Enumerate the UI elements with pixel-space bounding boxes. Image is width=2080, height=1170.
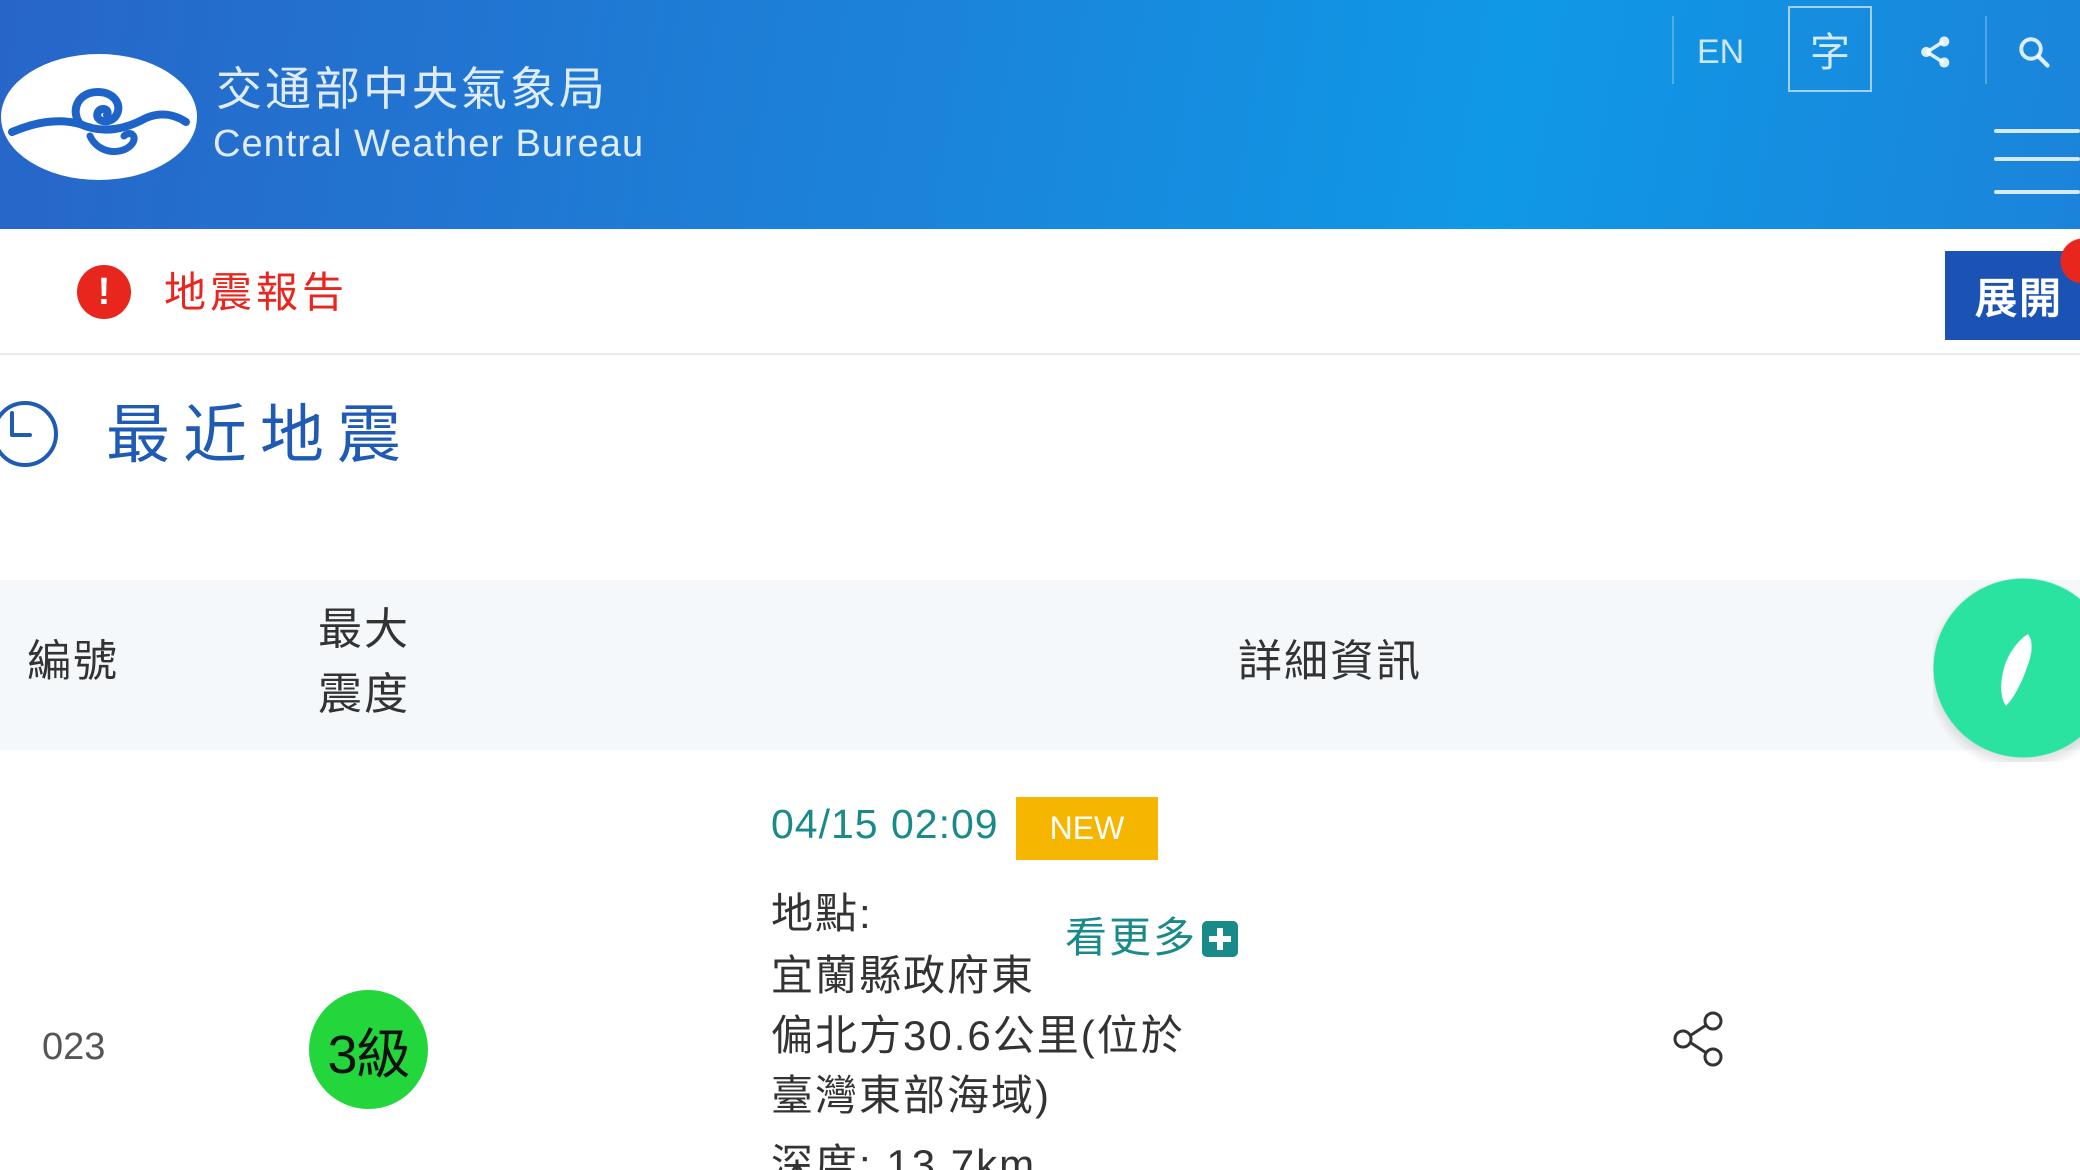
- location-text: 偏北方30.6公里(位於: [771, 1012, 1185, 1059]
- table-header: [0, 580, 2080, 750]
- site-title-english[interactable]: Central Weather Bureau: [213, 122, 644, 168]
- hamburger-menu-icon[interactable]: [1994, 124, 2080, 196]
- font-size-label: 字: [1810, 31, 1850, 75]
- alert-divider: [0, 353, 2080, 355]
- new-badge: NEW: [1016, 797, 1158, 860]
- share-outline-icon[interactable]: [1671, 1010, 1727, 1068]
- taiwan-map-icon[interactable]: [1998, 632, 2034, 708]
- menu-line: [1994, 129, 2080, 133]
- plus-square-icon[interactable]: [1202, 921, 1238, 957]
- column-header-max-intensity: 震度: [318, 670, 410, 719]
- exclamation-circle-icon: !: [77, 265, 131, 319]
- new-badge-label: NEW: [1049, 810, 1125, 846]
- earthquake-datetime: 04/15 02:09: [771, 801, 999, 847]
- location-label: 地點:: [771, 890, 873, 937]
- menu-line: [1994, 157, 2080, 161]
- font-size-button[interactable]: 字: [1788, 6, 1872, 92]
- notification-dot: [2056, 236, 2080, 286]
- depth-text: 深度: 13.7km: [771, 1141, 1037, 1170]
- header-divider: [1672, 16, 1674, 84]
- menu-line: [1994, 190, 2080, 194]
- share-icon[interactable]: [1918, 34, 1954, 70]
- location-text: 宜蘭縣政府東: [771, 952, 1036, 999]
- earthquake-number: 023: [42, 1026, 106, 1068]
- intensity-badge: 3級: [309, 990, 428, 1109]
- header-divider: [1985, 16, 1987, 84]
- intensity-label: 3級: [327, 1025, 410, 1085]
- see-more-link[interactable]: 看更多: [1065, 913, 1197, 963]
- page-title: 最近地震: [106, 399, 414, 471]
- language-switch-button[interactable]: EN: [1697, 32, 1744, 73]
- page: 交通部中央氣象局 Central Weather Bureau EN 字 ! 地…: [0, 0, 2080, 1170]
- cwb-logo[interactable]: [0, 52, 198, 182]
- column-header-number: 編號: [27, 637, 119, 686]
- earthquake-report-alert-link[interactable]: 地震報告: [164, 268, 348, 318]
- search-icon[interactable]: [2016, 34, 2052, 70]
- expand-button-label: 展開: [1975, 275, 2064, 322]
- column-header-max-intensity: 最大: [318, 605, 410, 654]
- clock-icon: [0, 401, 58, 467]
- site-title-chinese[interactable]: 交通部中央氣象局: [216, 62, 608, 117]
- column-header-details: 詳細資訊: [1238, 637, 1422, 686]
- location-text: 臺灣東部海域): [771, 1072, 1051, 1119]
